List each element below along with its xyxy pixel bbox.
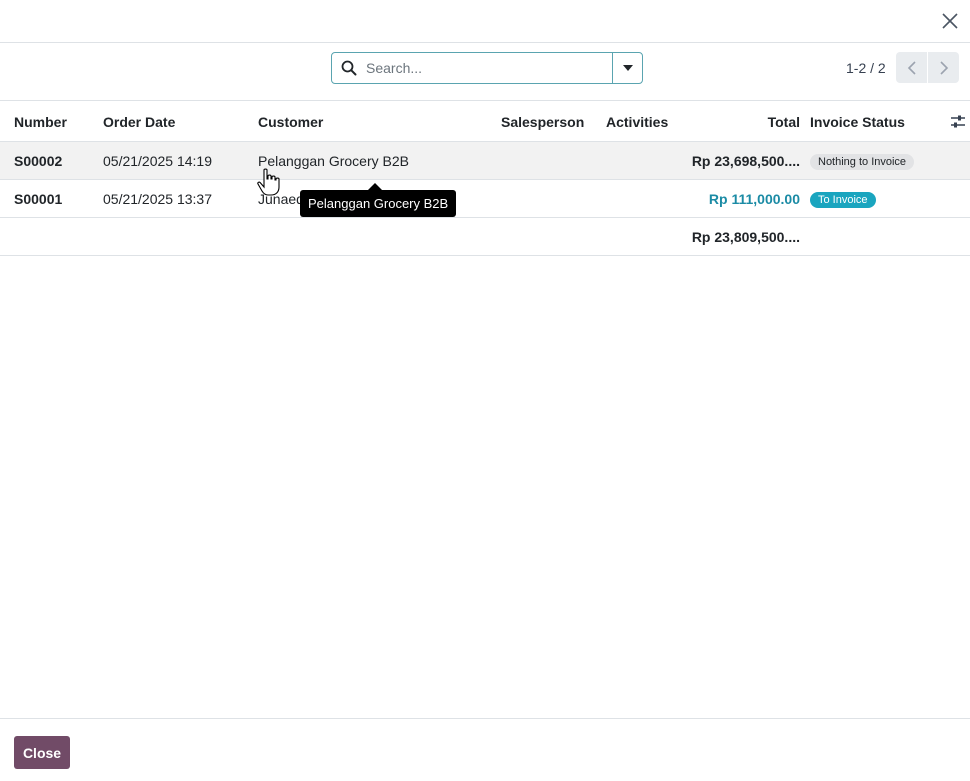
search-icon [332,53,366,83]
optional-columns-icon[interactable] [949,113,967,131]
order-number: S00002 [14,153,63,169]
control-panel: 1-2 / 2 [0,43,970,101]
grand-total: Rp 23,809,500.... [691,229,800,245]
caret-down-icon [622,65,633,71]
column-header-salesperson[interactable]: Salesperson [501,114,584,130]
column-header-customer[interactable]: Customer [258,114,323,130]
pager-next-button[interactable] [928,52,959,83]
invoice-status-badge: Nothing to Invoice [810,154,915,170]
column-header-invoice-status[interactable]: Invoice Status [810,114,905,130]
close-button[interactable]: Close [14,736,70,769]
hand-cursor-icon [257,168,280,196]
table-row[interactable]: S00002 05/21/2025 14:19 Pelanggan Grocer… [0,142,970,180]
close-icon[interactable] [938,9,962,33]
invoice-status-badge: To Invoice [810,192,876,208]
dialog-footer: Close [0,718,970,781]
tooltip-arrow [368,183,382,190]
chevron-left-icon [907,60,916,75]
pager-value[interactable]: 1-2 / 2 [846,60,886,76]
order-total: Rp 111,000.00 [708,191,800,207]
tooltip: Pelanggan Grocery B2B [300,190,457,217]
column-header-order-date[interactable]: Order Date [103,114,175,130]
order-date: 05/21/2025 14:19 [103,153,212,169]
chevron-right-icon [939,60,948,75]
order-total: Rp 23,698,500.... [691,153,800,169]
order-date: 05/21/2025 13:37 [103,191,212,207]
search-options-toggle[interactable] [612,53,642,83]
search-bar [331,52,643,84]
customer-name: Pelanggan Grocery B2B [258,153,409,169]
order-number: S00001 [14,191,63,207]
search-input[interactable] [366,53,612,83]
table-row[interactable]: S00001 05/21/2025 13:37 Junaedi Rp 111,0… [0,180,970,218]
dialog-header [0,0,970,43]
list-header: Number Order Date Customer Salesperson A… [0,101,970,142]
column-header-activities[interactable]: Activities [606,114,668,130]
list-footer-aggregates: Rp 23,809,500.... [0,218,970,256]
column-header-total[interactable]: Total [768,114,800,130]
column-header-number[interactable]: Number [14,114,67,130]
pager-previous-button[interactable] [896,52,927,83]
